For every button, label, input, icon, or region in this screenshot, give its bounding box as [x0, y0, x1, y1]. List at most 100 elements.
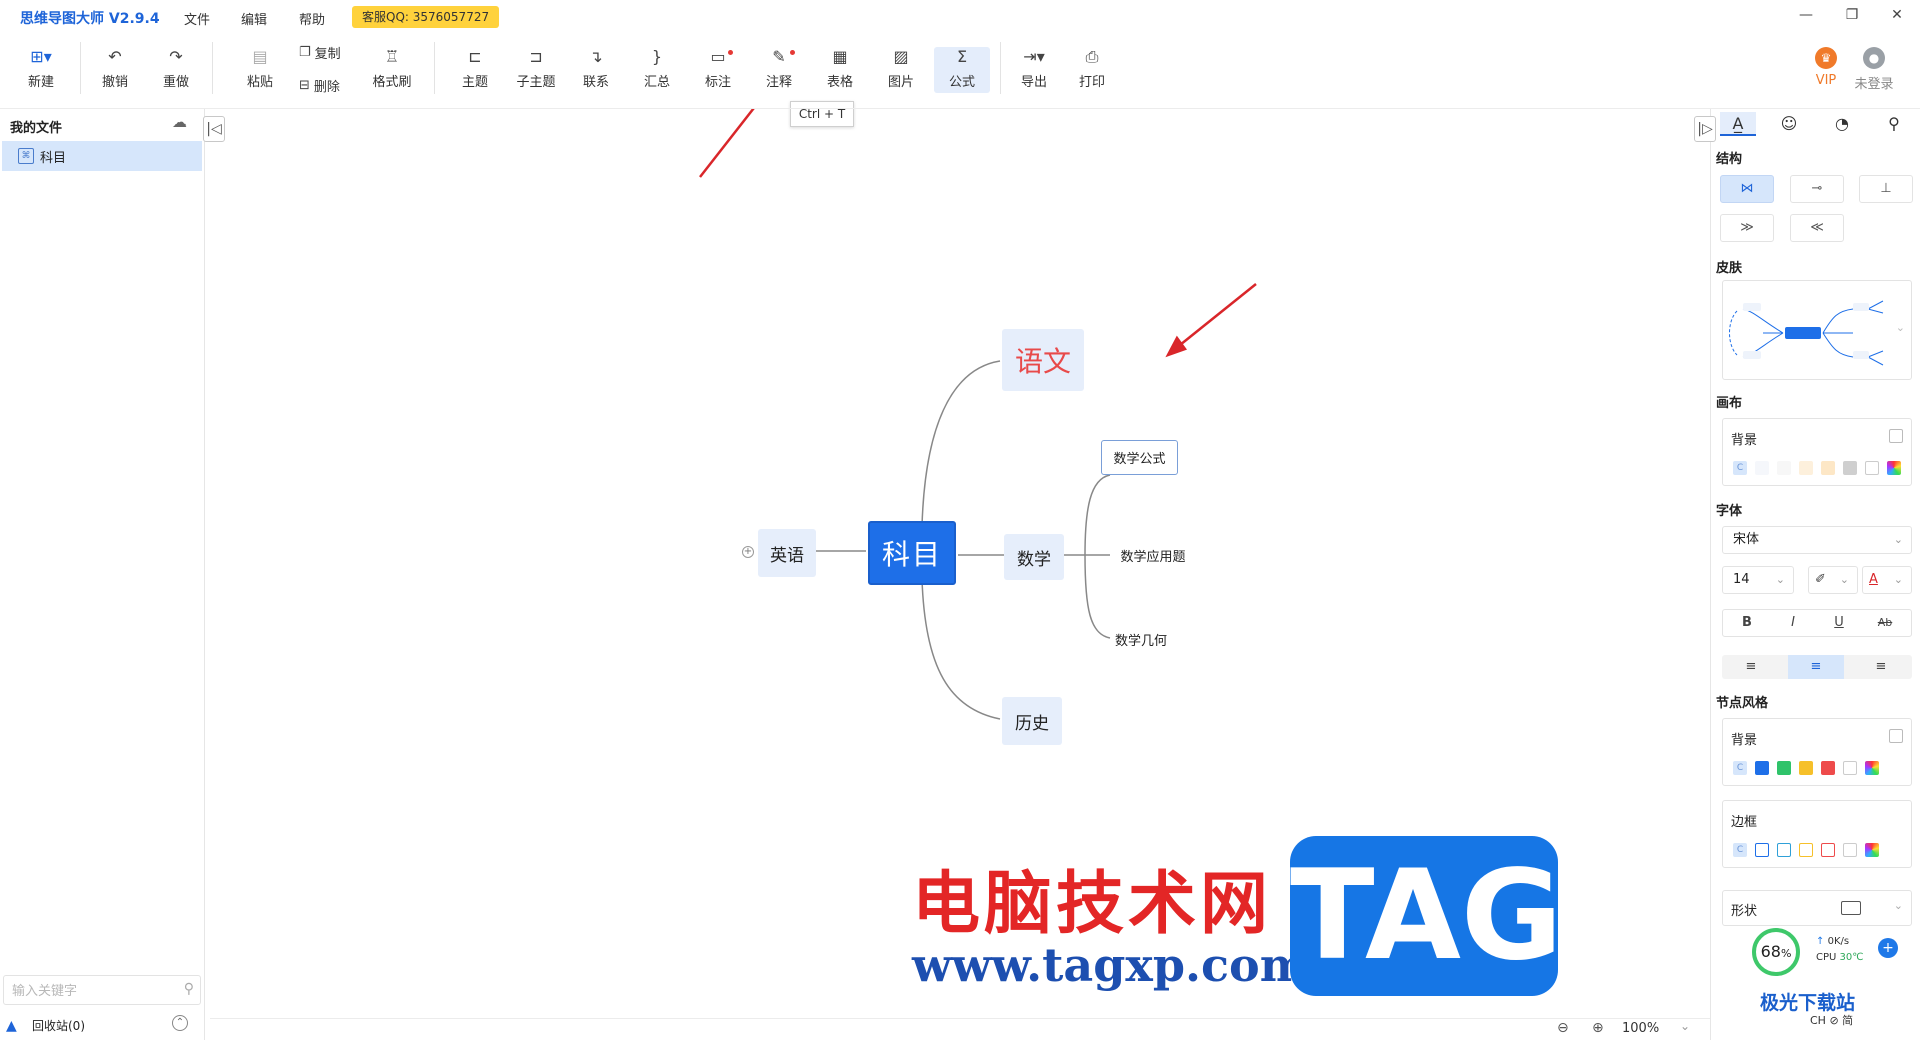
search-icon: ⚲: [1888, 114, 1900, 133]
border-color-swatch[interactable]: [1755, 843, 1769, 857]
table-button[interactable]: ▦ 表格: [812, 47, 868, 93]
subtopic-button[interactable]: ⊐ 子主题: [508, 47, 564, 93]
branch-node-math[interactable]: 数学: [1004, 534, 1064, 580]
menu-file[interactable]: 文件: [184, 9, 210, 28]
structure-mindmap[interactable]: ⋈: [1720, 175, 1774, 203]
print-button[interactable]: ⎙ 打印: [1064, 47, 1120, 93]
color-swatch[interactable]: [1755, 761, 1769, 775]
tab-theme[interactable]: ◔: [1824, 112, 1860, 136]
expand-plus-icon[interactable]: +: [742, 546, 754, 558]
chevron-down-icon[interactable]: ⌄: [1896, 321, 1905, 334]
cloud-sync-icon[interactable]: ☁: [172, 113, 187, 131]
root-node[interactable]: 科目: [868, 521, 956, 585]
menu-edit[interactable]: 编辑: [241, 9, 267, 28]
structure-fishbone-left[interactable]: ≪: [1790, 214, 1844, 242]
leaf-node-formula[interactable]: 数学公式: [1101, 440, 1178, 475]
note-button[interactable]: ✎ 注释: [751, 47, 807, 93]
bold-button[interactable]: B: [1729, 611, 1765, 635]
branch-node-history[interactable]: 历史: [1002, 697, 1062, 745]
new-button[interactable]: ⊞▾ 新建: [13, 47, 69, 93]
watermark-text: 电脑技术网: [912, 865, 1273, 944]
strikethrough-button[interactable]: Ab: [1867, 611, 1903, 635]
minimize-button[interactable]: —: [1796, 6, 1816, 24]
color-swatch[interactable]: [1843, 461, 1857, 475]
collapse-up-icon[interactable]: ⌃: [172, 1015, 188, 1031]
chevron-down-icon[interactable]: ⌄: [1680, 1019, 1690, 1033]
tab-icon[interactable]: ☺: [1771, 112, 1807, 136]
redo-button[interactable]: ↷ 重做: [148, 47, 204, 93]
callout-button[interactable]: ▭ 标注: [690, 47, 746, 93]
color-swatch[interactable]: [1799, 461, 1813, 475]
font-size-select[interactable]: 14 ⌄: [1722, 566, 1794, 594]
paste-button[interactable]: ▤ 粘贴: [232, 47, 288, 93]
no-color-swatch[interactable]: [1843, 843, 1857, 857]
delete-button[interactable]: ⊟ 删除: [299, 76, 340, 95]
login-button[interactable]: ● 未登录: [1846, 47, 1902, 93]
color-swatch[interactable]: [1777, 461, 1791, 475]
color-picker-icon[interactable]: [1887, 461, 1901, 475]
color-swatch[interactable]: [1777, 761, 1791, 775]
qq-support-badge[interactable]: 客服QQ: 3576057727: [352, 6, 500, 28]
plus-icon[interactable]: +: [1878, 938, 1898, 958]
font-color-select[interactable]: A ⌄: [1862, 566, 1912, 594]
zoom-out-icon[interactable]: ⊖: [1557, 1020, 1569, 1036]
align-left-icon[interactable]: ≡: [1728, 655, 1774, 679]
structure-org[interactable]: ⊥: [1859, 175, 1913, 203]
tab-search[interactable]: ⚲: [1876, 112, 1912, 136]
highlight-color-select[interactable]: ✐ ⌄: [1808, 566, 1858, 594]
color-swatch[interactable]: [1821, 461, 1835, 475]
restore-button[interactable]: ❐: [1842, 6, 1862, 24]
relation-button[interactable]: ↴ 联系: [568, 47, 624, 93]
export-button[interactable]: ⇥▾ 导出: [1006, 47, 1062, 93]
format-painter-button[interactable]: ♖ 格式刷: [364, 47, 420, 93]
custom-color-swatch[interactable]: C: [1733, 843, 1747, 857]
zoom-in-icon[interactable]: ⊕: [1592, 1020, 1604, 1036]
color-swatch[interactable]: [1799, 761, 1813, 775]
tab-style[interactable]: A̲: [1720, 112, 1756, 136]
connector-formula: [1084, 474, 1111, 556]
collapse-right-panel-button[interactable]: |▷: [1694, 116, 1716, 142]
leaf-node-word-problem[interactable]: 数学应用题: [1110, 542, 1196, 568]
branch-node-chinese[interactable]: 语文: [1002, 329, 1084, 391]
italic-button[interactable]: I: [1775, 611, 1811, 635]
image-button[interactable]: ▨ 图片: [873, 47, 929, 93]
node-bg-checkbox[interactable]: [1889, 729, 1903, 743]
color-swatch[interactable]: [1821, 761, 1835, 775]
underline-button[interactable]: U: [1821, 611, 1857, 635]
copy-button[interactable]: ❐ 复制: [299, 43, 341, 62]
cpu-monitor-widget[interactable]: 68% ↑ 0K/s CPU 30℃ +: [1748, 928, 1900, 980]
structure-logic[interactable]: ⊸: [1790, 175, 1844, 203]
file-item[interactable]: ⌘ 科目: [2, 141, 202, 171]
search-input[interactable]: [4, 976, 164, 1004]
search-icon[interactable]: ⚲: [184, 981, 194, 997]
align-center-icon[interactable]: ≡: [1788, 655, 1844, 679]
shape-card[interactable]: 形状 ⌄: [1722, 890, 1912, 926]
color-picker-icon[interactable]: [1865, 843, 1879, 857]
no-color-swatch[interactable]: [1843, 761, 1857, 775]
printer-icon: ⎙: [1085, 47, 1099, 66]
branch-node-english[interactable]: 英语: [758, 529, 816, 577]
skin-preview[interactable]: ⌄: [1722, 280, 1912, 380]
structure-fishbone-right[interactable]: ≫: [1720, 214, 1774, 242]
align-right-icon[interactable]: ≡: [1858, 655, 1904, 679]
leaf-node-geometry[interactable]: 数学几何: [1110, 626, 1172, 652]
custom-color-swatch[interactable]: C: [1733, 761, 1747, 775]
color-picker-icon[interactable]: [1865, 761, 1879, 775]
recycle-bin[interactable]: ▲ 回收站(0): [6, 1017, 85, 1034]
border-color-swatch[interactable]: [1799, 843, 1813, 857]
font-family-select[interactable]: 宋体 ⌄: [1722, 526, 1912, 554]
summary-button[interactable]: } 汇总: [629, 47, 685, 93]
no-color-swatch[interactable]: [1865, 461, 1879, 475]
zoom-level[interactable]: 100%: [1622, 1021, 1659, 1036]
custom-color-swatch[interactable]: C: [1733, 461, 1747, 475]
close-button[interactable]: ✕: [1887, 6, 1907, 24]
undo-button[interactable]: ↶ 撤销: [87, 47, 143, 93]
border-color-swatch[interactable]: [1777, 843, 1791, 857]
file-panel-title: 我的文件: [10, 121, 63, 136]
canvas-bg-checkbox[interactable]: [1889, 429, 1903, 443]
menu-help[interactable]: 帮助: [299, 9, 325, 28]
topic-button[interactable]: ⊏ 主题: [447, 47, 503, 93]
border-color-swatch[interactable]: [1821, 843, 1835, 857]
formula-button[interactable]: Σ 公式: [934, 47, 990, 93]
color-swatch[interactable]: [1755, 461, 1769, 475]
